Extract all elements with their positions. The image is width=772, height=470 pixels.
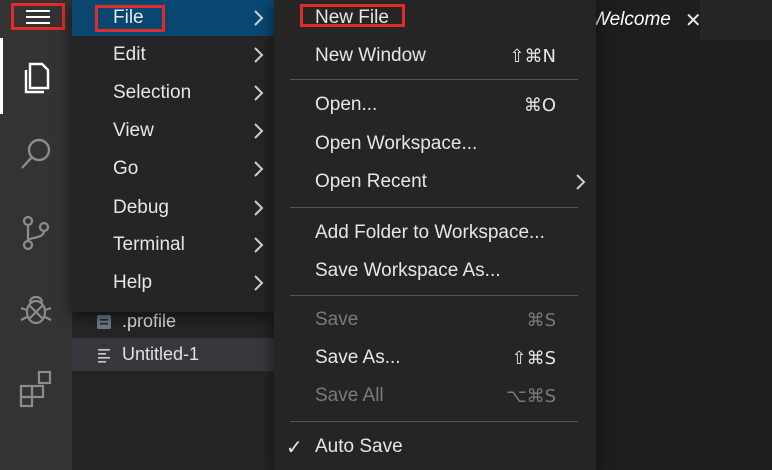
menu-item-label: Terminal [113, 234, 185, 255]
activity-search[interactable] [0, 116, 72, 192]
menu-item-go[interactable]: Go [72, 151, 274, 187]
shortcut-label: ⌥⌘S [505, 385, 556, 407]
shortcut-label: ⌘O [523, 94, 556, 116]
activity-source-control[interactable] [0, 194, 72, 270]
file-item-untitled[interactable]: Untitled-1 [72, 338, 274, 371]
activity-explorer[interactable] [0, 38, 72, 114]
menu-item-save[interactable]: Save ⌘S [274, 302, 596, 338]
menu-item-save-as[interactable]: Save As... ⇧⌘S [274, 340, 596, 376]
menu-item-view[interactable]: View [72, 113, 274, 149]
chevron-right-icon [252, 9, 264, 27]
source-control-icon [22, 215, 50, 251]
menu-item-open-workspace[interactable]: Open Workspace... [274, 126, 596, 162]
activity-debug[interactable] [0, 272, 72, 348]
chevron-right-icon [252, 46, 264, 64]
chevron-right-icon [574, 173, 586, 191]
chevron-right-icon [252, 199, 264, 217]
menu-item-label: Help [113, 272, 153, 293]
menu-item-selection[interactable]: Selection [72, 75, 274, 111]
explorer-icon [24, 62, 49, 94]
menu-item-new-window[interactable]: New Window ⇧⌘N [274, 38, 596, 74]
menu-item-debug[interactable]: Debug [72, 190, 274, 226]
menu-item-label: Save As... [315, 347, 401, 368]
chevron-right-icon [252, 84, 264, 102]
menu-separator [290, 295, 578, 296]
menu-item-label: Save All [315, 385, 384, 406]
menu-item-label: Go [113, 158, 139, 179]
debug-icon [20, 295, 52, 325]
tab-label: Welcome [592, 9, 671, 30]
shortcut-label: ⌘S [526, 309, 556, 331]
application-menu-button[interactable] [11, 3, 65, 30]
application-menu: File Edit Selection View Go Debug Termin… [72, 0, 274, 312]
activity-extensions[interactable] [0, 350, 72, 426]
tab-welcome[interactable]: Welcome ✕ [592, 0, 702, 40]
menu-item-label: Save Workspace As... [315, 260, 501, 281]
text-file-icon [98, 348, 110, 363]
file-submenu: New File New Window ⇧⌘N Open... ⌘O Open … [274, 0, 596, 470]
chevron-right-icon [252, 122, 264, 140]
menu-item-auto-save[interactable]: ✓ Auto Save [274, 429, 596, 465]
activity-bar [0, 0, 72, 470]
chevron-right-icon [252, 236, 264, 254]
menu-item-open-recent[interactable]: Open Recent [274, 164, 596, 200]
menu-separator [290, 79, 578, 80]
hamburger-icon [26, 9, 50, 24]
menu-item-add-folder[interactable]: Add Folder to Workspace... [274, 215, 596, 251]
search-icon [21, 138, 51, 169]
shortcut-label: ⇧⌘S [511, 347, 556, 369]
menu-item-label: New Window [315, 45, 426, 66]
shortcut-label: ⇧⌘N [509, 45, 556, 67]
menu-item-label: Open Workspace... [315, 133, 478, 154]
checkmark-icon: ✓ [286, 436, 303, 459]
menu-item-label: Selection [113, 82, 192, 103]
menu-item-label: Open Recent [315, 171, 427, 192]
menu-item-help[interactable]: Help [72, 265, 274, 301]
chevron-right-icon [252, 274, 264, 292]
menu-item-label: Add Folder to Workspace... [315, 222, 545, 243]
menu-item-edit[interactable]: Edit [72, 37, 274, 73]
menu-item-save-all[interactable]: Save All ⌥⌘S [274, 378, 596, 414]
menu-item-label: Save [315, 309, 359, 330]
menu-item-terminal[interactable]: Terminal [72, 227, 274, 263]
menu-item-label: Debug [113, 197, 169, 218]
close-icon[interactable]: ✕ [685, 8, 702, 33]
menu-item-label: Edit [113, 44, 146, 65]
extensions-icon [19, 370, 52, 408]
annotation-highlight-new-file [300, 4, 405, 27]
file-name: Untitled-1 [122, 344, 200, 364]
menu-item-label: Auto Save [315, 436, 403, 457]
menu-item-open[interactable]: Open... ⌘O [274, 87, 596, 123]
file-name: .profile [122, 311, 177, 331]
menu-item-label: Open... [315, 94, 378, 115]
chevron-right-icon [252, 160, 264, 178]
menu-separator [290, 207, 578, 208]
file-icon [97, 314, 111, 329]
editor-tab-bar: Welcome ✕ [592, 0, 772, 40]
annotation-highlight-file [95, 5, 165, 32]
menu-separator [290, 421, 578, 422]
menu-item-save-workspace-as[interactable]: Save Workspace As... [274, 253, 596, 289]
menu-item-label: View [113, 120, 154, 141]
